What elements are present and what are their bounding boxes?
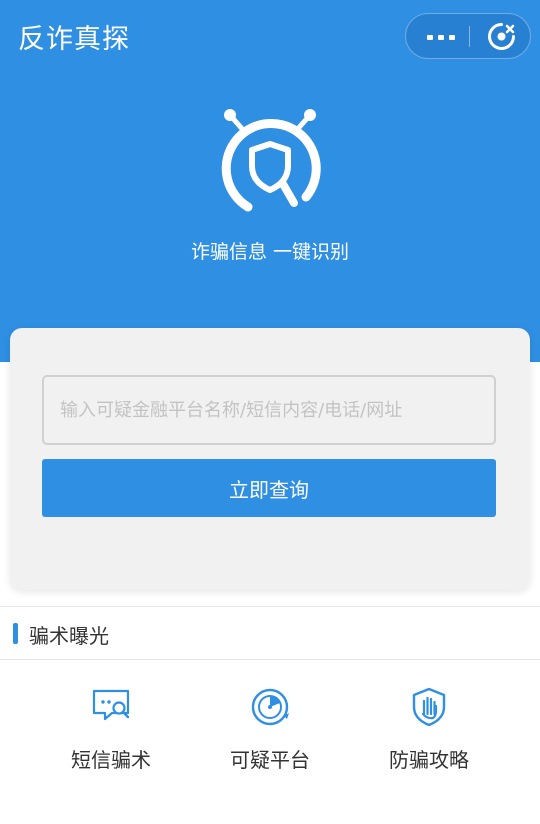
search-input[interactable] xyxy=(42,375,496,445)
grid-item-label: 可疑平台 xyxy=(230,748,310,772)
shield-hand-icon xyxy=(412,687,446,726)
close-button[interactable] xyxy=(470,14,532,58)
grid-item-label: 防骗攻略 xyxy=(389,748,469,772)
sms-search-icon xyxy=(92,689,130,721)
shield-magnifier-robot-icon xyxy=(221,109,321,212)
radar-icon xyxy=(251,688,289,726)
section-accent-bar xyxy=(13,623,18,644)
hero-tagline: 诈骗信息 一键识别 xyxy=(190,241,350,263)
grid-item-suspicious-platform[interactable]: 可疑平台 xyxy=(190,680,350,790)
query-button[interactable]: 立即查询 xyxy=(42,459,496,517)
search-card: 立即查询 xyxy=(10,328,530,590)
section-divider-top xyxy=(0,606,540,607)
section-divider-bottom xyxy=(0,659,540,660)
mini-program-capsule xyxy=(405,13,531,59)
more-button[interactable] xyxy=(406,14,469,58)
grid-item-label: 短信骗术 xyxy=(71,748,151,772)
app-title: 反诈真探 xyxy=(18,24,130,55)
section-title: 骗术曝光 xyxy=(29,624,109,648)
grid-item-sms-scam[interactable]: 短信骗术 xyxy=(31,680,191,790)
target-close-icon xyxy=(488,23,515,50)
grid-item-anti-fraud-guide[interactable]: 防骗攻略 xyxy=(349,680,509,790)
